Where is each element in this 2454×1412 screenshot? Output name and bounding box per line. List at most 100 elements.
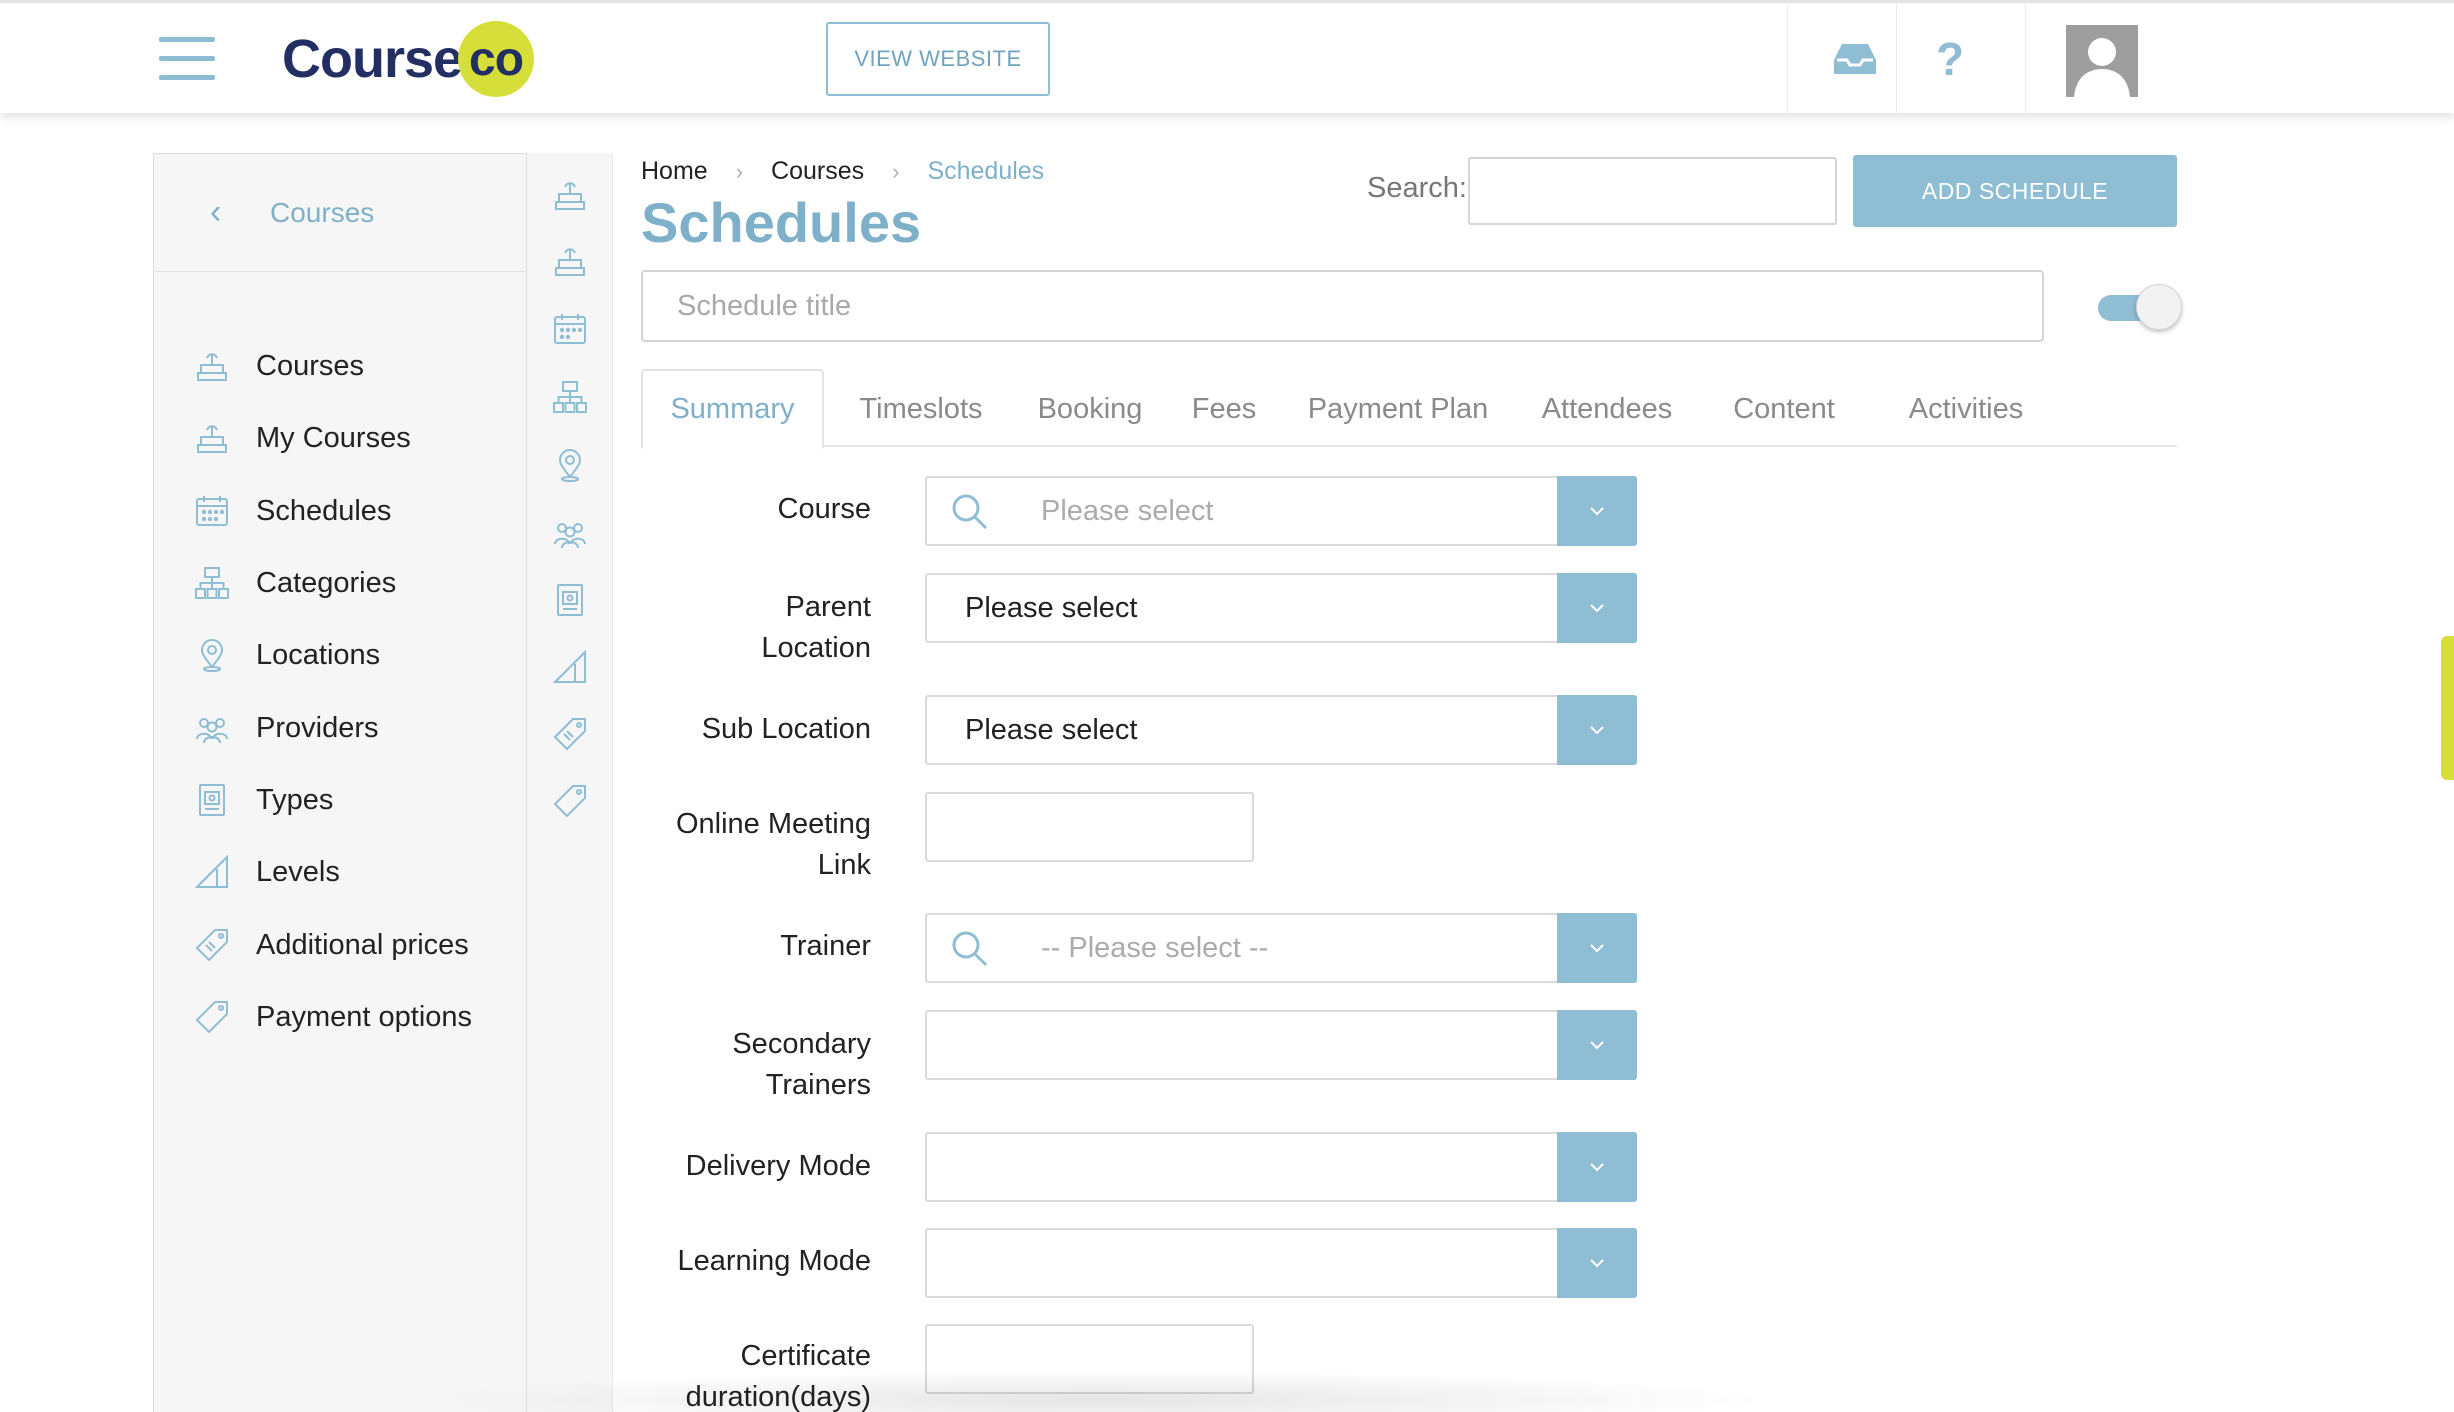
sidebar-item-providers[interactable]: Providers: [154, 699, 526, 757]
side-feedback-tab[interactable]: [2441, 636, 2454, 780]
header-divider: [2025, 3, 2026, 116]
breadcrumb-separator: ›: [892, 158, 900, 184]
breadcrumb-home[interactable]: Home: [641, 157, 708, 186]
calendar-icon[interactable]: [552, 311, 588, 347]
certificate-duration-input[interactable]: [925, 1324, 1254, 1394]
categories-icon[interactable]: [552, 379, 588, 415]
label-line: duration(days): [685, 1381, 871, 1412]
tab-activities[interactable]: Activities: [1881, 369, 2051, 449]
tab-fees[interactable]: Fees: [1181, 369, 1267, 449]
sidebar-item-label: My Courses: [256, 421, 411, 454]
my-courses-icon[interactable]: [552, 243, 588, 279]
delivery-mode-select[interactable]: [925, 1132, 1637, 1202]
sub-location-value: Please select: [965, 714, 1138, 746]
sidebar-item-label: Types: [256, 783, 334, 816]
search-icon: [949, 928, 989, 968]
learning-mode-label: Learning Mode: [677, 1245, 871, 1277]
secondary-trainers-select[interactable]: [925, 1010, 1637, 1080]
trainer-select-placeholder: -- Please select --: [1041, 932, 1269, 964]
chevron-down-icon[interactable]: [1557, 695, 1637, 765]
trainer-label: Trainer: [780, 930, 871, 962]
chevron-down-icon[interactable]: [1557, 1010, 1637, 1080]
search-label: Search:: [1367, 172, 1467, 204]
publish-toggle[interactable]: [2096, 284, 2182, 330]
sidebar-item-label: Additional prices: [256, 928, 469, 961]
sidebar-item-categories[interactable]: Categories: [154, 554, 526, 612]
sidebar-item-additional-prices[interactable]: Additional prices: [154, 916, 526, 974]
add-schedule-button[interactable]: ADD SCHEDULE: [1853, 155, 2177, 227]
help-icon[interactable]: ?: [1915, 31, 1985, 87]
inbox-icon[interactable]: [1812, 31, 1898, 87]
view-website-button[interactable]: VIEW WEBSITE: [826, 22, 1050, 96]
breadcrumb-courses[interactable]: Courses: [771, 157, 864, 186]
sidebar-item-locations[interactable]: Locations: [154, 626, 526, 684]
price-tag-icon: [194, 927, 230, 963]
menu-icon[interactable]: [159, 37, 215, 81]
price-tag-icon[interactable]: [552, 716, 588, 752]
chevron-down-icon[interactable]: [1557, 913, 1637, 983]
search-input[interactable]: [1468, 157, 1837, 225]
tab-content[interactable]: Content: [1711, 369, 1857, 449]
header-divider: [1787, 3, 1788, 116]
course-select[interactable]: Please select: [925, 476, 1637, 546]
label-line: Trainers: [765, 1069, 871, 1101]
sidebar-item-levels[interactable]: Levels: [154, 843, 526, 901]
tab-summary[interactable]: Summary: [641, 369, 824, 449]
sidebar-item-label: Categories: [256, 566, 397, 599]
search-icon: [949, 491, 989, 531]
user-avatar-icon[interactable]: [2066, 25, 2138, 97]
my-courses-icon: [194, 420, 230, 456]
label-line: Secondary: [732, 1028, 871, 1060]
chevron-down-icon[interactable]: [1557, 1132, 1637, 1202]
sidebar-item-schedules[interactable]: Schedules: [154, 482, 526, 540]
chevron-down-icon[interactable]: [1557, 1228, 1637, 1298]
label-line: Online Meeting: [675, 808, 871, 840]
left-sidebar: ‹ Courses Courses My Courses Schedules C…: [153, 153, 527, 1412]
payment-tag-icon[interactable]: [552, 783, 588, 819]
tab-payment-plan[interactable]: Payment Plan: [1293, 369, 1503, 449]
providers-icon[interactable]: [552, 515, 588, 551]
chevron-left-icon: ‹: [210, 193, 222, 231]
calendar-icon: [194, 493, 230, 529]
types-icon: [194, 782, 230, 818]
sidebar-back-link[interactable]: ‹ Courses: [154, 154, 526, 272]
label-line: Location: [761, 632, 871, 664]
sub-location-label: Sub Location: [701, 713, 871, 745]
sidebar-item-courses[interactable]: Courses: [154, 337, 526, 395]
logo-badge: co: [458, 21, 535, 97]
parent-location-label: Parent Location: [761, 587, 871, 669]
sidebar-item-label: Providers: [256, 711, 379, 744]
online-meeting-link-input[interactable]: [925, 792, 1254, 862]
sidebar-item-types[interactable]: Types: [154, 771, 526, 829]
tab-bar: Summary Timeslots Booking Fees Payment P…: [641, 369, 2177, 449]
payment-tag-icon: [194, 999, 230, 1035]
courses-icon[interactable]: [552, 177, 588, 213]
label-line: Certificate: [740, 1340, 871, 1372]
tab-booking[interactable]: Booking: [1025, 369, 1155, 449]
breadcrumb-separator: ›: [735, 158, 744, 184]
sidebar-item-label: Courses: [256, 349, 364, 382]
courseco-logo[interactable]: Course co: [282, 21, 535, 97]
logo-text: Course: [282, 29, 463, 89]
schedule-title-input[interactable]: [641, 270, 2044, 342]
tab-timeslots[interactable]: Timeslots: [841, 369, 1001, 449]
levels-icon[interactable]: [552, 649, 588, 685]
sidebar-item-my-courses[interactable]: My Courses: [154, 409, 526, 467]
parent-location-select[interactable]: Please select: [925, 573, 1637, 643]
types-icon[interactable]: [552, 582, 588, 618]
chevron-down-icon[interactable]: [1557, 573, 1637, 643]
tab-attendees[interactable]: Attendees: [1527, 369, 1687, 449]
top-header: Course co VIEW WEBSITE ?: [0, 0, 2454, 116]
trainer-select[interactable]: -- Please select --: [925, 913, 1637, 983]
location-pin-icon[interactable]: [552, 447, 588, 483]
providers-icon: [194, 710, 230, 746]
learning-mode-select[interactable]: [925, 1228, 1637, 1298]
chevron-down-icon[interactable]: [1557, 476, 1637, 546]
sidebar-item-label: Locations: [256, 638, 381, 671]
sidebar-back-label: Courses: [270, 196, 375, 228]
sidebar-item-payment-options[interactable]: Payment options: [154, 988, 526, 1046]
sub-location-select[interactable]: Please select: [925, 695, 1637, 765]
toggle-knob: [2136, 284, 2182, 330]
courses-icon: [194, 348, 230, 384]
sidebar-item-label: Schedules: [256, 494, 392, 527]
